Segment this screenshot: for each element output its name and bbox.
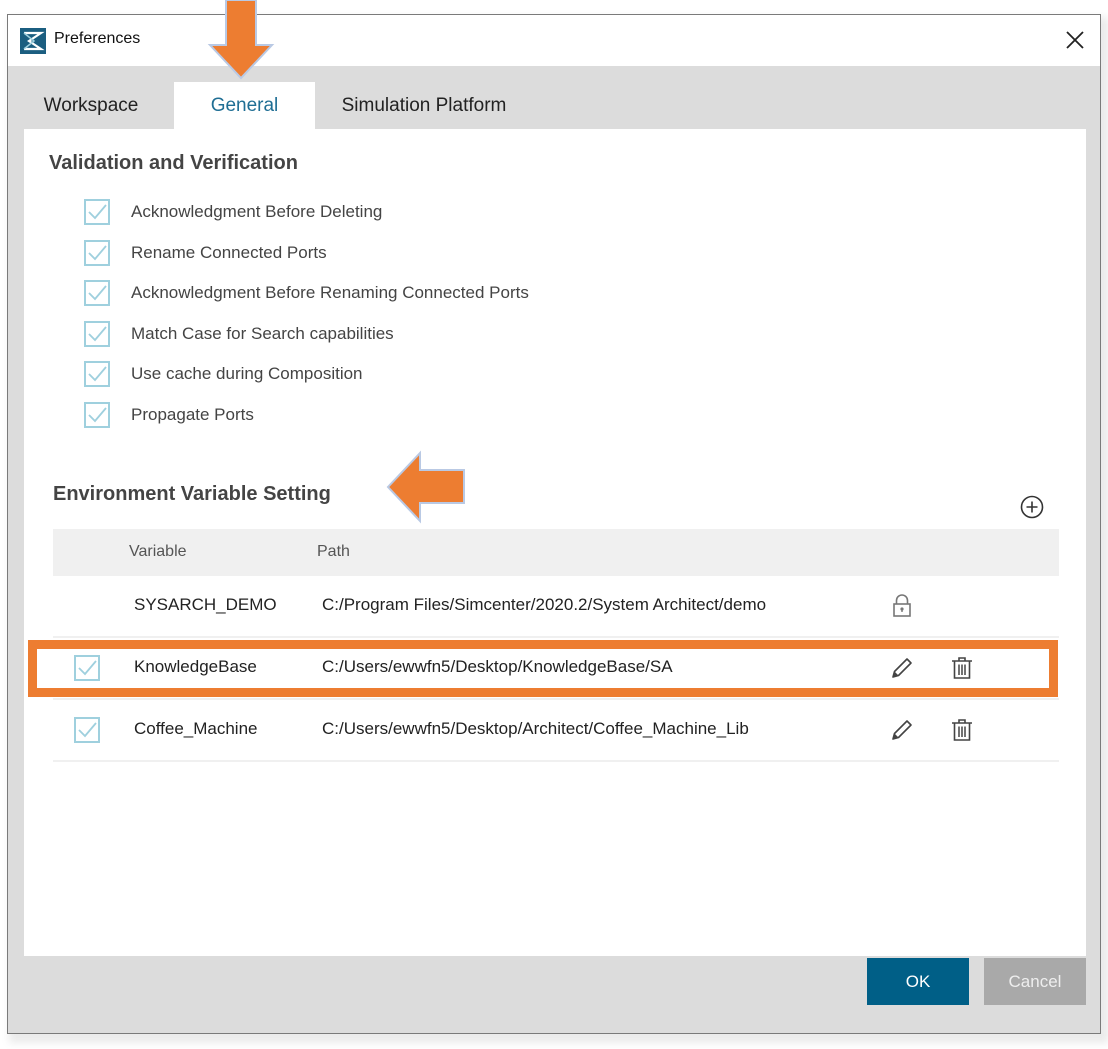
variable-name: KnowledgeBase xyxy=(134,657,257,676)
validation-checkbox[interactable] xyxy=(84,321,110,347)
title-bar: Preferences xyxy=(8,15,1100,66)
validation-checkbox[interactable] xyxy=(84,199,110,225)
trash-icon[interactable] xyxy=(948,716,976,744)
variable-path: C:/Users/ewwfn5/Desktop/Architect/Coffee… xyxy=(322,719,749,738)
checkmark-icon xyxy=(88,245,107,261)
add-circle-icon[interactable] xyxy=(1019,494,1045,520)
row-enable-checkbox[interactable] xyxy=(74,717,100,743)
general-panel: Validation and Verification Acknowledgme… xyxy=(24,129,1086,956)
environment-section-title: Environment Variable Setting xyxy=(53,483,331,505)
validation-option-label: Match Case for Search capabilities xyxy=(131,324,394,343)
validation-option-label: Use cache during Composition xyxy=(131,364,363,383)
close-icon[interactable] xyxy=(1062,27,1088,53)
table-row[interactable]: SYSARCH_DEMO C:/Program Files/Simcenter/… xyxy=(53,576,1059,638)
window-title: Preferences xyxy=(54,30,141,47)
checkmark-icon xyxy=(88,366,107,382)
simcenter-logo-icon xyxy=(20,28,46,54)
checkmark-icon xyxy=(78,660,97,676)
variable-name: SYSARCH_DEMO xyxy=(134,595,277,614)
row-enable-checkbox[interactable] xyxy=(74,655,100,681)
cancel-button[interactable]: Cancel xyxy=(984,958,1086,1005)
preferences-dialog: Preferences Workspace General Simulation… xyxy=(7,14,1101,1034)
tab-simulation-platform[interactable]: Simulation Platform xyxy=(323,82,525,129)
tab-workspace[interactable]: Workspace xyxy=(26,82,156,129)
validation-option-label: Propagate Ports xyxy=(131,405,254,424)
validation-option-label: Acknowledgment Before Deleting xyxy=(131,202,383,221)
validation-checkbox[interactable] xyxy=(84,361,110,387)
variable-name: Coffee_Machine xyxy=(134,719,258,738)
validation-option-label: Rename Connected Ports xyxy=(131,243,327,262)
validation-checkbox[interactable] xyxy=(84,240,110,266)
variable-path: C:/Program Files/Simcenter/2020.2/System… xyxy=(322,595,767,614)
table-header: Variable Path xyxy=(53,529,1059,576)
variable-path: C:/Users/ewwfn5/Desktop/KnowledgeBase/SA xyxy=(322,657,673,676)
checkmark-icon xyxy=(88,285,107,301)
validation-checkbox[interactable] xyxy=(84,280,110,306)
lock-icon xyxy=(893,594,911,617)
trash-icon[interactable] xyxy=(948,654,976,682)
pencil-icon[interactable] xyxy=(888,716,916,744)
validation-checkbox[interactable] xyxy=(84,402,110,428)
column-header-variable[interactable]: Variable xyxy=(129,543,187,561)
checkmark-icon xyxy=(78,722,97,738)
table-row[interactable]: Coffee_Machine C:/Users/ewwfn5/Desktop/A… xyxy=(53,700,1059,762)
pencil-icon[interactable] xyxy=(888,654,916,682)
checkmark-icon xyxy=(88,407,107,423)
tab-general[interactable]: General xyxy=(174,82,315,129)
column-header-path[interactable]: Path xyxy=(317,543,350,561)
table-row[interactable]: KnowledgeBase C:/Users/ewwfn5/Desktop/Kn… xyxy=(53,638,1059,700)
validation-section-title: Validation and Verification xyxy=(49,152,298,174)
validation-option-label: Acknowledgment Before Renaming Connected… xyxy=(131,283,529,302)
checkmark-icon xyxy=(88,326,107,342)
tab-strip: Workspace General Simulation Platform xyxy=(8,66,1100,129)
checkmark-icon xyxy=(88,204,107,220)
ok-button[interactable]: OK xyxy=(867,958,969,1005)
